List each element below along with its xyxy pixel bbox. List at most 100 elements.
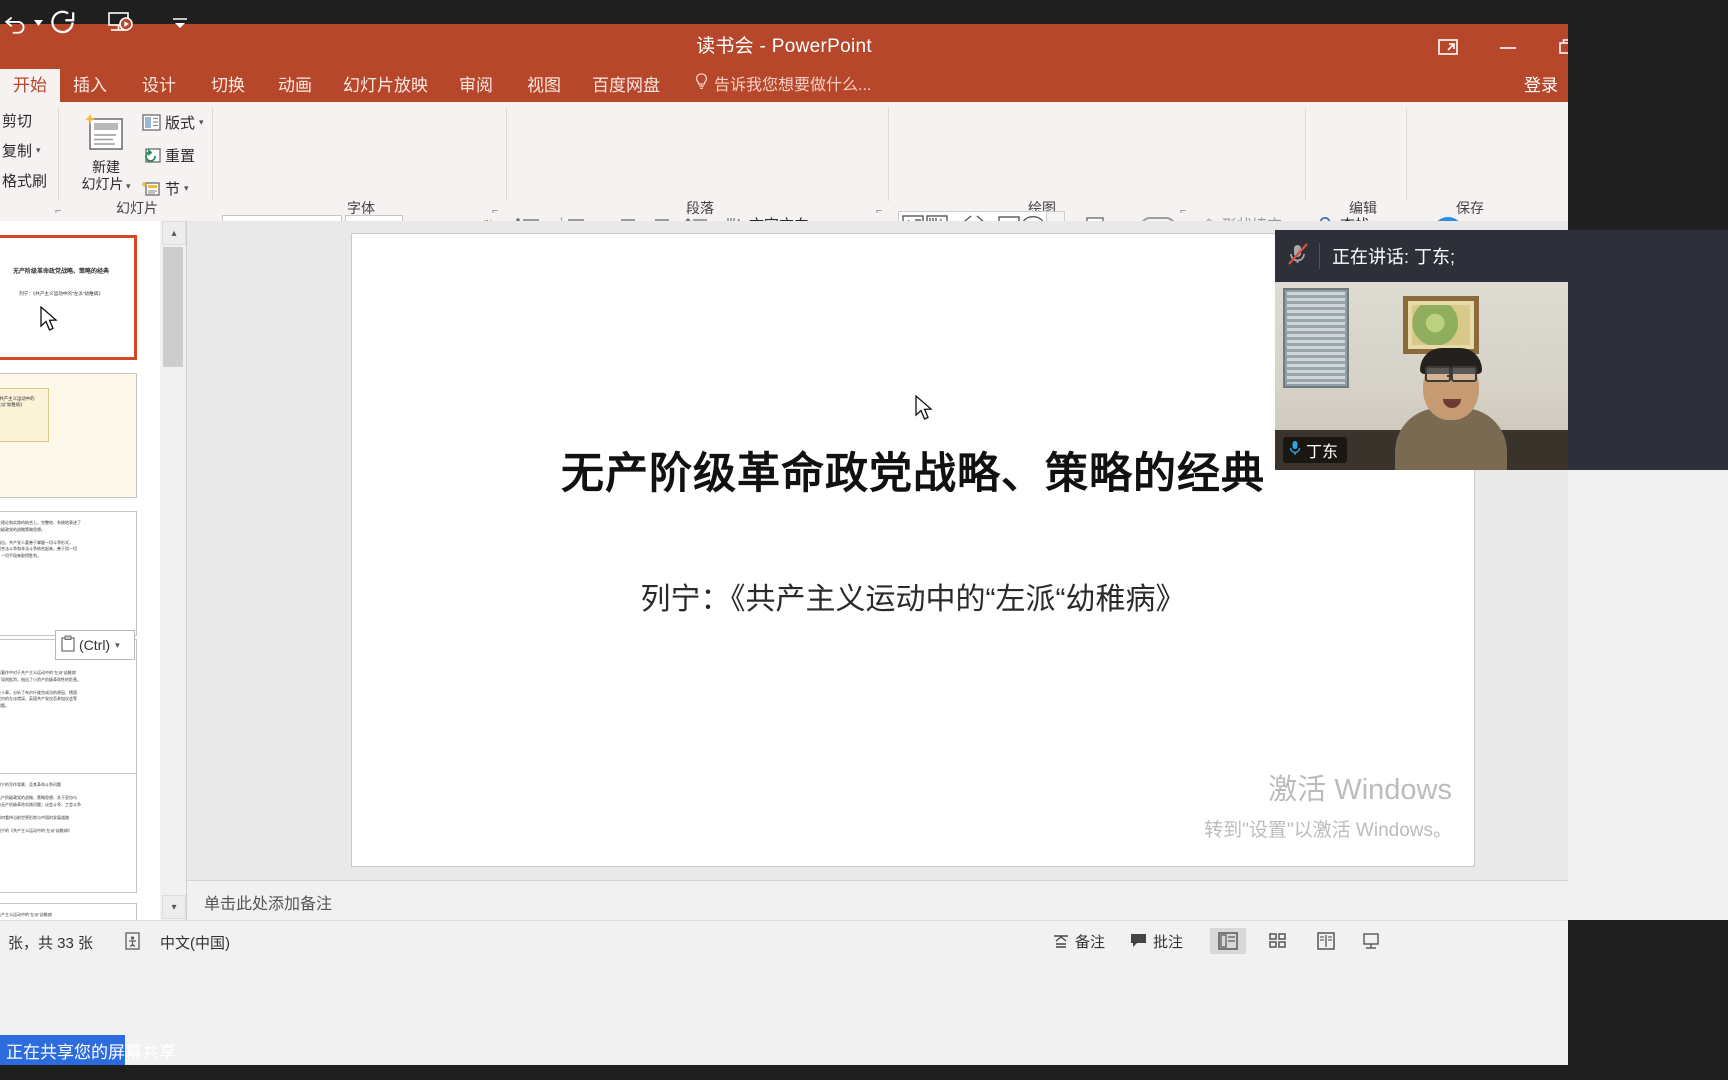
minimize-button[interactable]: [1485, 24, 1531, 69]
title-bar-top-strip: [0, 0, 1568, 24]
new-slide-icon[interactable]: [77, 110, 135, 158]
mic-muted-icon[interactable]: [1287, 242, 1309, 271]
scroll-down-arrow[interactable]: ▾: [162, 895, 186, 919]
group-divider: [888, 108, 889, 201]
tab-slideshow[interactable]: 幻灯片放映: [343, 69, 428, 102]
video-window-blinds: [1283, 288, 1349, 388]
zoom-video-feed: 丁东: [1275, 282, 1568, 470]
slide-sorter-view-button[interactable]: [1260, 928, 1296, 954]
reset-button[interactable]: 重置: [142, 145, 195, 166]
group-divider: [212, 108, 213, 201]
tab-insert[interactable]: 插入: [73, 69, 107, 102]
screen-share-indicator[interactable]: 正在共享您的屏幕共享: [0, 1035, 176, 1065]
thumbnail-2-body: 《共产主义运动中的 "左派"幼稚病》: [0, 396, 35, 407]
header-divider: [1319, 243, 1320, 269]
slideshow-view-button[interactable]: [1356, 928, 1392, 954]
group-font: 字体 ⌐: [216, 102, 506, 221]
slide-thumbnail-pane[interactable]: 无产阶级革命政党战略、策略的经典 列宁：《共产主义运动中的"左派"幼稚病》 《共…: [0, 221, 161, 920]
notes-button[interactable]: 备注: [1052, 929, 1105, 953]
paragraph-dialog-launcher[interactable]: ⌐: [876, 205, 888, 217]
language-label[interactable]: 中文(中国): [160, 932, 230, 953]
zoom-video-panel[interactable]: 正在讲话: 丁东; 丁东: [1275, 230, 1568, 470]
active-mic-icon: [1289, 440, 1301, 461]
ribbon-display-options-icon[interactable]: [1425, 24, 1471, 69]
status-bar: 张，共 33 张 中文(中国) 备注 批注 S 中 ，: [0, 920, 1568, 961]
scroll-up-arrow[interactable]: ▴: [162, 221, 186, 245]
paste-options-button[interactable]: (Ctrl) ▾: [55, 630, 135, 660]
layout-icon: [142, 114, 161, 131]
tab-animations[interactable]: 动画: [278, 69, 312, 102]
video-participant-figure: [1395, 344, 1507, 470]
cut-button[interactable]: 剪切: [2, 110, 32, 131]
thumbnail-6-body: 五、共产主义运动中的"左派"幼稚病: [0, 912, 52, 917]
copy-button[interactable]: 复制 ▾: [2, 140, 41, 161]
tab-baidu-netdisk[interactable]: 百度网盘: [592, 69, 660, 102]
clipboard-icon: [60, 635, 76, 656]
section-button[interactable]: 节 ▾: [142, 178, 189, 199]
zoom-participant-name: 丁东: [1306, 444, 1339, 461]
notes-pane[interactable]: 单击此处添加备注: [187, 880, 1568, 921]
accessibility-icon[interactable]: [124, 929, 142, 953]
thumbnail-slide-1[interactable]: 无产阶级革命政党战略、策略的经典 列宁：《共产主义运动中的"左派"幼稚病》: [0, 235, 137, 360]
tab-home[interactable]: 开始: [0, 69, 60, 102]
sign-in-button[interactable]: 登录: [1524, 69, 1558, 102]
quick-access-toolbar-bar: [0, 24, 1568, 69]
ribbon-tab-strip: 开始 插入 设计 切换 动画 幻灯片放映 审阅 视图 百度网盘 告诉我您想要做什…: [0, 69, 1568, 102]
group-label-slides: 幻灯片: [116, 200, 158, 216]
tab-review[interactable]: 审阅: [459, 69, 493, 102]
group-editing: 编辑: [1308, 102, 1418, 221]
slide-count-label: 张，共 33 张: [8, 935, 94, 952]
zoom-speaking-label: 正在讲话: 丁东;: [1332, 247, 1456, 267]
format-painter-button[interactable]: 格式刷: [2, 170, 47, 191]
section-icon: [142, 180, 161, 197]
right-pane-white: [1568, 470, 1728, 920]
new-slide-button[interactable]: 新建 幻灯片 ▾: [75, 159, 137, 193]
zoom-panel-overflow: [1568, 230, 1728, 470]
thumbnail-1-title: 无产阶级革命政党战略、策略的经典: [12, 269, 109, 275]
thumbnail-4-body: 列宁的著作中对于共产主义运动中的"左派"幼稚病 进行了深刻批判，指出了小资产阶级…: [0, 670, 81, 708]
thumbnail-3-body: 列宁在理论和实践的结合上，完整地、系统地表述了 无产阶级政党的战略策略思想。 列…: [0, 520, 81, 558]
group-drawing: 绘图 ⌐: [892, 102, 1192, 221]
reset-icon: [142, 147, 161, 164]
tab-design[interactable]: 设计: [142, 69, 176, 102]
thumbnail-1-body: 列宁：《共产主义运动中的"左派"幼稚病》: [19, 291, 103, 296]
lightbulb-icon: [695, 69, 708, 102]
activate-windows-watermark-line1: 激活 Windows: [1268, 774, 1452, 806]
thumbnail-slide-5[interactable]: 一、列宁的写作背景、及其革命斗争问题 二、无产阶级政党的战略、策略思想，关于妥协…: [0, 773, 137, 893]
redo-icon[interactable]: [40, 0, 84, 45]
group-divider: [506, 108, 507, 201]
scrollbar-thumb[interactable]: [163, 247, 183, 367]
comments-button[interactable]: 批注: [1130, 929, 1183, 953]
thumbnail-slide-2[interactable]: 《共产主义运动中的 "左派"幼稚病》: [0, 373, 137, 498]
normal-view-button[interactable]: [1210, 928, 1246, 954]
powerpoint-window: 读书会 - PowerPoint 开始 插入 设计 切换 动画 幻灯片放映 审阅…: [0, 0, 1568, 1065]
tab-view[interactable]: 视图: [527, 69, 561, 102]
zoom-participant-name-badge: 丁东: [1283, 437, 1348, 463]
group-paragraph: 段落 ⌐: [510, 102, 890, 221]
notes-button-label: 备注: [1075, 933, 1106, 951]
tell-me-label: 告诉我您想要做什么...: [714, 77, 872, 94]
thumbnail-scrollbar[interactable]: ▴ ▾: [160, 221, 187, 920]
thumbnail-5-body: 一、列宁的写作背景、及其革命斗争问题 二、无产阶级政党的战略、策略思想，关于妥协…: [0, 782, 81, 833]
start-slideshow-icon[interactable]: [98, 0, 142, 45]
group-slides: 新建 幻灯片 ▾ 版式 ▾ 重置 节 ▾ 幻灯片: [62, 102, 212, 221]
customize-qat-icon[interactable]: [162, 0, 198, 45]
slide-subtitle-text[interactable]: 列宁：《共产主义运动中的“左派“幼稚病》: [352, 574, 1474, 618]
thumbnail-slide-6[interactable]: 五、共产主义运动中的"左派"幼稚病: [0, 903, 137, 920]
activate-windows-watermark-line2: 转到"设置"以激活 Windows。: [1204, 820, 1452, 841]
zoom-panel-header: 正在讲话: 丁东;: [1275, 230, 1568, 282]
layout-button[interactable]: 版式 ▾: [142, 112, 204, 133]
thumbnail-slide-3[interactable]: 列宁在理论和实践的结合上，完整地、系统地表述了 无产阶级政党的战略策略思想。 列…: [0, 511, 137, 636]
paste-options-label: (Ctrl): [79, 637, 111, 653]
reading-view-button[interactable]: [1308, 928, 1344, 954]
ribbon-body: 剪切 复制 ▾ 格式刷 ⌐ 新建 幻灯片 ▾ 版式 ▾ 重置 节 ▾ 幻灯片 字…: [0, 102, 1568, 298]
notes-placeholder: 单击此处添加备注: [204, 896, 333, 913]
tell-me-box[interactable]: 告诉我您想要做什么...: [695, 69, 871, 102]
comments-button-label: 批注: [1153, 933, 1184, 951]
restore-button[interactable]: [1545, 24, 1568, 69]
tab-transitions[interactable]: 切换: [211, 69, 245, 102]
group-save: 保存: [1410, 102, 1530, 221]
group-divider: [1305, 108, 1306, 201]
group-divider: [58, 108, 59, 201]
group-divider: [1406, 108, 1407, 201]
